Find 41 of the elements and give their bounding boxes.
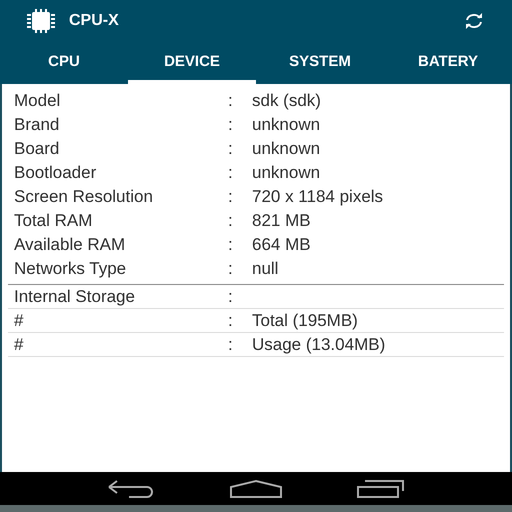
colon: : [228,90,234,112]
field-value: sdk (sdk) [252,90,321,112]
field-value: 720 x 1184 pixels [252,186,384,208]
field-label: Bootloader [13,162,98,184]
colon: : [228,334,234,356]
colon: : [228,138,234,160]
recent-apps-icon[interactable] [356,480,405,498]
field-value: unknown [252,138,320,160]
home-icon[interactable] [230,480,282,498]
field-label: Total RAM [13,210,94,232]
tab[interactable]: BATERY [384,42,512,84]
colon: : [228,114,234,136]
chip-icon [27,9,55,33]
tab[interactable]: CPU [0,42,128,84]
field-value: unknown [252,114,320,136]
field-label: Brand [13,114,60,136]
field-value: null [252,258,278,280]
field-label: Available RAM [13,234,126,256]
field-label: Model [13,90,62,112]
colon: : [228,162,234,184]
field-label: Screen Resolution [13,186,154,208]
field-value: unknown [252,162,320,184]
back-icon[interactable] [107,480,156,498]
field-label: # [13,334,24,356]
app-title: CPU-X [69,11,119,31]
colon: : [228,186,234,208]
colon: : [228,310,234,332]
colon: : [228,234,234,256]
colon: : [228,210,234,232]
tab[interactable]: SYSTEM [256,42,384,84]
field-value: 821 MB [252,210,311,232]
field-label: # [13,310,24,332]
field-value: Total (195MB) [252,310,358,332]
field-value: 664 MB [252,234,311,256]
refresh-icon[interactable] [463,12,485,30]
field-label: Internal Storage [13,286,136,308]
field-label: Networks Type [13,258,128,280]
field-label: Board [13,138,60,160]
field-value: Usage (13.04MB) [252,334,386,356]
colon: : [228,286,234,308]
colon: : [228,258,234,280]
